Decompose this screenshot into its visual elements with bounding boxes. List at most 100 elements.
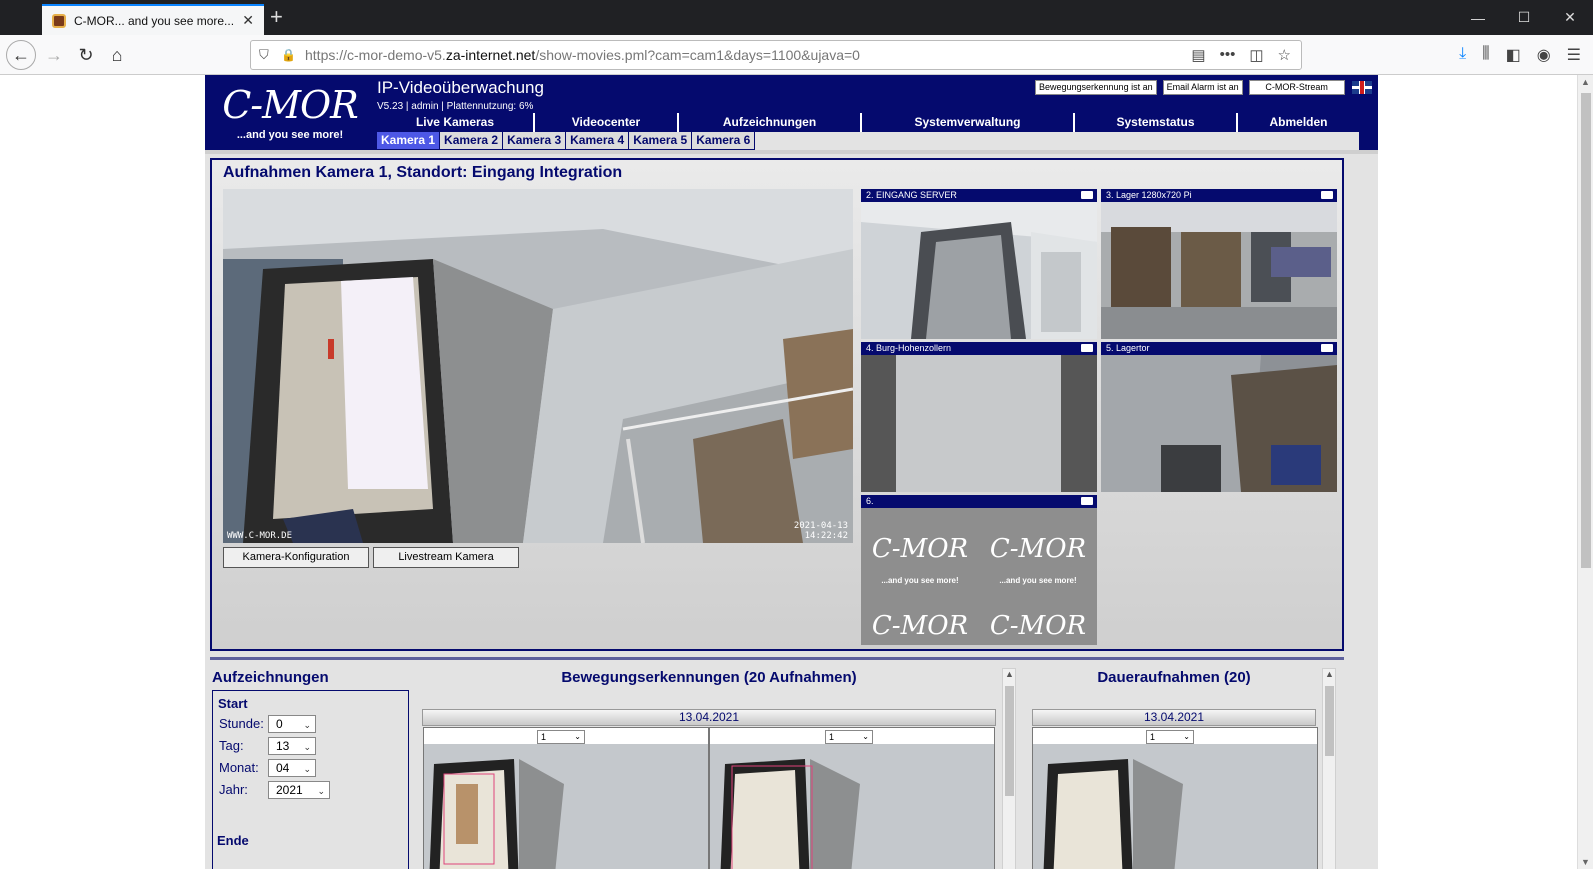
bookmark-star-icon[interactable]: ☆	[1278, 46, 1291, 64]
tab-kamera-3[interactable]: Kamera 3	[503, 132, 567, 150]
nav-systemstatus[interactable]: Systemstatus	[1075, 113, 1238, 132]
app-title: IP-Videoüberwachung	[377, 78, 544, 97]
chevron-down-icon: ⌄	[862, 732, 869, 741]
cmor-stream-button[interactable]: C-MOR-Stream	[1248, 80, 1345, 95]
main-camera-image[interactable]: WWW.C-MOR.DE 2021-04-13 14:22:42	[223, 189, 853, 543]
reader-view-icon[interactable]: ▤	[1191, 46, 1205, 64]
chevron-down-icon: ⌄	[317, 786, 325, 796]
new-tab-icon[interactable]: +	[270, 5, 283, 29]
livestream-button[interactable]: Livestream Kamera	[373, 547, 519, 568]
chevron-down-icon: ⌄	[303, 742, 311, 752]
camera-tabs: Kamera 1 Kamera 2 Kamera 3 Kamera 4 Kame…	[377, 132, 1359, 150]
tab-close-icon[interactable]: ✕	[242, 12, 254, 29]
camera-config-button[interactable]: Kamera-Konfiguration	[223, 547, 369, 568]
pocket-icon[interactable]: ◫	[1249, 46, 1263, 64]
panel-title: Aufnahmen Kamera 1, Standort: Eingang In…	[223, 164, 623, 181]
tab-kamera-6[interactable]: Kamera 6	[692, 132, 756, 150]
library-icon[interactable]: ⫼	[1482, 45, 1489, 65]
tab-kamera-2[interactable]: Kamera 2	[440, 132, 504, 150]
email-alarm-button[interactable]: Email Alarm ist an	[1162, 80, 1243, 95]
lock-icon[interactable]: 🔒	[281, 48, 299, 62]
app-header: C-MOR ...and you see more! IP-Videoüberw…	[205, 75, 1378, 150]
clip-select[interactable]: 1 ⌄	[825, 730, 873, 744]
tab-title: C-MOR... and you see more...	[74, 13, 235, 28]
camera-thumb-4[interactable]: 4. Burg-Hohenzollern	[861, 342, 1097, 492]
date-filter-box: Start Stunde: 0 ⌄ Tag: 13 ⌄ Monat: 04 ⌄ Jah…	[212, 690, 409, 869]
motion-detection-button[interactable]: Bewegungserkennung ist an	[1035, 80, 1157, 95]
camera-thumb-5[interactable]: 5. Lagertor	[1101, 342, 1337, 492]
cmor-logo[interactable]: C-MOR ...and you see more!	[205, 75, 375, 150]
nav-aufzeichnungen[interactable]: Aufzeichnungen	[679, 113, 862, 132]
camera-icon	[1081, 191, 1093, 199]
download-icon[interactable]: ⤓	[1459, 45, 1466, 65]
watermark: WWW.C-MOR.DE	[227, 531, 293, 541]
camera-1-scene	[223, 189, 853, 543]
recordings-section: Aufzeichnungen Start Stunde: 0 ⌄ Tag: 13 ⌄…	[205, 663, 1378, 869]
camera-icon	[1081, 344, 1093, 352]
continuous-clip-1[interactable]: 1 ⌄	[1032, 727, 1318, 869]
recordings-title: Aufzeichnungen	[212, 669, 329, 686]
maximize-icon[interactable]: ☐	[1501, 0, 1547, 35]
url-text[interactable]: https://c-mor-demo-v5.za-internet.net/sh…	[299, 47, 1191, 63]
minimize-icon[interactable]: —	[1455, 0, 1501, 35]
menu-icon[interactable]: ☰	[1567, 45, 1581, 65]
tab-kamera-4[interactable]: Kamera 4	[566, 132, 630, 150]
window-close-icon[interactable]: ✕	[1547, 0, 1593, 35]
camera-icon	[1321, 191, 1333, 199]
camera-thumb-6[interactable]: 6. C-MOR ...and you see more! C-MOR ...and…	[861, 495, 1097, 645]
nav-systemverwaltung[interactable]: Systemverwaltung	[862, 113, 1075, 132]
scroll-up-icon: ▲	[1005, 669, 1014, 679]
chevron-down-icon: ⌄	[1183, 732, 1190, 741]
account-icon[interactable]: ◉	[1537, 45, 1551, 65]
back-arrow-icon[interactable]: ←	[6, 40, 36, 70]
forward-arrow-icon[interactable]: →	[40, 41, 68, 69]
recording-panel: Aufnahmen Kamera 1, Standort: Eingang In…	[210, 158, 1344, 651]
continuous-scrollbar[interactable]: ▲	[1322, 668, 1336, 869]
year-label: Jahr:	[219, 782, 248, 797]
camera-thumb-2[interactable]: 2. EINGANG SERVER	[861, 189, 1097, 339]
start-label: Start	[218, 696, 248, 711]
motion-clip-2[interactable]: 1 ⌄	[709, 727, 995, 869]
day-select[interactable]: 13 ⌄	[268, 737, 316, 755]
url-bar[interactable]: ⛉ 🔒 https://c-mor-demo-v5.za-internet.ne…	[250, 40, 1302, 70]
motion-scrollbar[interactable]: ▲	[1002, 668, 1016, 869]
page-scrollbar[interactable]: ▲ ▼	[1577, 75, 1593, 869]
shield-icon[interactable]: ⛉	[259, 47, 281, 63]
home-icon[interactable]: ⌂	[103, 41, 131, 69]
browser-tab[interactable]: C-MOR... and you see more... ✕	[42, 4, 264, 35]
browser-tab-bar: C-MOR... and you see more... ✕ + — ☐ ✕	[0, 0, 1593, 35]
reload-icon[interactable]: ↻	[72, 41, 100, 69]
sidebar-icon[interactable]: ◧	[1506, 45, 1521, 65]
hour-select[interactable]: 0 ⌄	[268, 715, 316, 733]
camera-icon	[1321, 344, 1333, 352]
camera-thumb-3[interactable]: 3. Lager 1280x720 Pi	[1101, 189, 1337, 339]
nav-videocenter[interactable]: Videocenter	[535, 113, 679, 132]
browser-nav-bar: ← → ↻ ⌂ ⛉ 🔒 https://c-mor-demo-v5.za-int…	[0, 35, 1593, 75]
favicon-icon	[52, 13, 66, 28]
year-select[interactable]: 2021 ⌄	[268, 781, 330, 799]
clip-select[interactable]: 1 ⌄	[537, 730, 585, 744]
motion-clip-1[interactable]: 1 ⌄	[423, 727, 709, 869]
more-actions-icon[interactable]: •••	[1220, 46, 1236, 64]
continuous-date-bar: 13.04.2021	[1032, 709, 1316, 726]
day-label: Tag:	[219, 738, 244, 753]
nav-abmelden[interactable]: Abmelden	[1238, 113, 1359, 132]
scroll-up-icon: ▲	[1325, 669, 1334, 679]
cmor-placeholder-logos: C-MOR ...and you see more! C-MOR ...and yo…	[861, 508, 1097, 645]
timestamp: 2021-04-13 14:22:42	[793, 521, 848, 541]
nav-live-kameras[interactable]: Live Kameras	[377, 113, 535, 132]
header-divider	[205, 150, 1378, 154]
chevron-down-icon: ⌄	[303, 720, 311, 730]
motion-date-bar: 13.04.2021	[422, 709, 996, 726]
section-divider	[210, 657, 1344, 660]
continuous-title: Daueraufnahmen (20)	[1097, 669, 1251, 686]
motion-title: Bewegungserkennungen (20 Aufnahmen)	[561, 669, 857, 686]
tab-kamera-5[interactable]: Kamera 5	[629, 132, 693, 150]
page-scroll-thumb[interactable]	[1581, 93, 1591, 568]
tab-kamera-1[interactable]: Kamera 1	[377, 132, 441, 150]
month-select[interactable]: 04 ⌄	[268, 759, 316, 777]
clip-select[interactable]: 1 ⌄	[1146, 730, 1194, 744]
end-label: Ende	[217, 833, 249, 848]
camera-icon	[1081, 497, 1093, 505]
uk-flag-icon[interactable]	[1352, 81, 1372, 94]
